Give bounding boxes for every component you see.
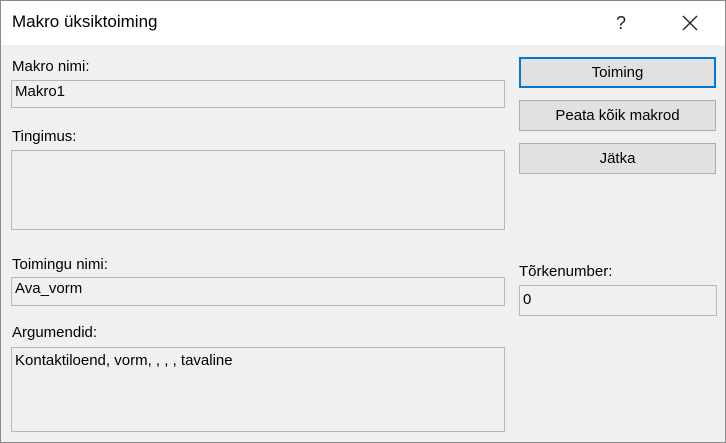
help-button[interactable]: ?	[602, 5, 640, 41]
step-button[interactable]: Toiming	[519, 57, 716, 88]
close-button[interactable]	[669, 5, 711, 41]
error-number-field[interactable]: 0	[519, 285, 717, 316]
action-name-field[interactable]: Ava_vorm	[11, 277, 505, 306]
stop-all-macros-button[interactable]: Peata kõik makrod	[519, 100, 716, 131]
arguments-label: Argumendid:	[12, 324, 98, 341]
single-step-dialog: Makro üksiktoiming ? Makro nimi: Makro1 …	[0, 0, 726, 443]
close-icon	[682, 15, 698, 31]
error-number-label: Tõrkenumber:	[519, 263, 613, 280]
macro-name-field[interactable]: Makro1	[11, 80, 505, 108]
title-bar: Makro üksiktoiming ?	[1, 1, 725, 45]
continue-button[interactable]: Jätka	[519, 143, 716, 174]
condition-field[interactable]	[11, 150, 505, 230]
action-name-label: Toimingu nimi:	[12, 256, 108, 273]
macro-name-label: Makro nimi:	[12, 58, 90, 75]
condition-label: Tingimus:	[12, 128, 77, 145]
arguments-field[interactable]: Kontaktiloend, vorm, , , , tavaline	[11, 347, 505, 432]
window-title: Makro üksiktoiming	[12, 12, 158, 31]
